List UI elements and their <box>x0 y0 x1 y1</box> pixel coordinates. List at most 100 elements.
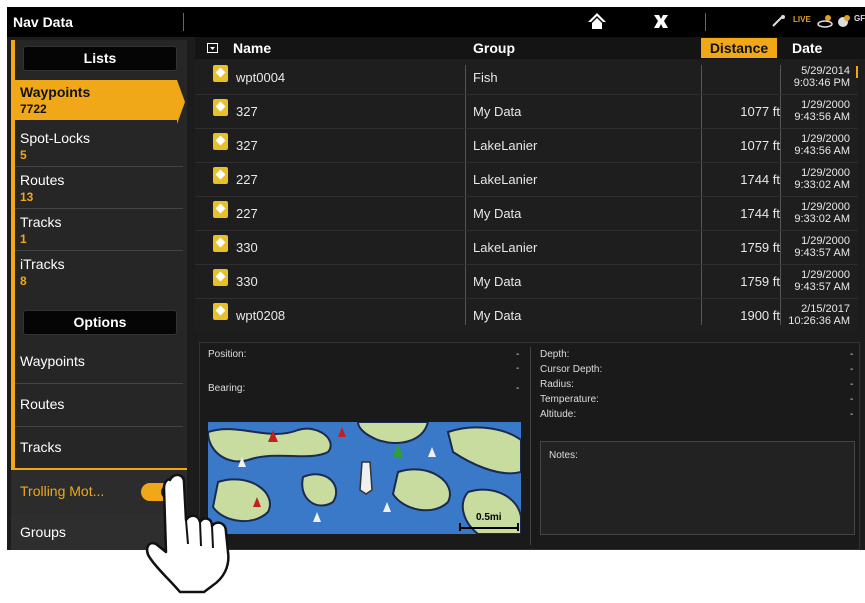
panel-divider <box>530 347 531 545</box>
trolling-motor-label: Trolling Mot... <box>20 483 105 499</box>
table-row[interactable]: 227 LakeLanier 1744 ft 1/29/2000 9:33:02 … <box>195 162 858 197</box>
option-label: Tracks <box>20 439 62 455</box>
row-date-time: 9:43:57 AM <box>794 281 850 293</box>
bearing-label: Bearing: <box>208 383 246 394</box>
groups-label: Groups <box>20 524 66 540</box>
waypoint-icon <box>213 99 228 116</box>
radius-label: Radius: <box>540 379 574 390</box>
row-date-day: 2/15/2017 <box>801 303 850 315</box>
close-icon[interactable] <box>652 10 670 37</box>
notes-box[interactable]: Notes: <box>540 441 855 535</box>
nav-data-screen: Nav Data LIVE GF Lists Waypoints 7722 Sp… <box>7 7 865 550</box>
row-date-time: 10:26:36 AM <box>788 315 850 327</box>
table-row[interactable]: wpt0004 Fish 5/29/2014 9:03:46 PM <box>195 60 858 95</box>
row-name: 227 <box>236 172 258 187</box>
row-distance: 1744 ft <box>740 172 780 187</box>
row-date-day: 1/29/2000 <box>801 99 850 111</box>
antenna-icon <box>771 14 787 31</box>
map-scale: 0.5mi <box>476 512 502 523</box>
row-distance: 1759 ft <box>740 240 780 255</box>
touch-hand-icon <box>140 470 270 603</box>
waypoint-icon <box>213 201 228 218</box>
row-date-day: 1/29/2000 <box>801 201 850 213</box>
row-date-day: 5/29/2014 <box>801 65 850 77</box>
row-name: wpt0004 <box>236 70 286 85</box>
option-waypoints[interactable]: Waypoints <box>15 341 183 384</box>
table-row[interactable]: 327 LakeLanier 1077 ft 1/29/2000 9:43:56 … <box>195 128 858 163</box>
sonar-icon <box>817 14 833 31</box>
row-date: 1/29/2000 9:43:57 AM <box>794 269 850 293</box>
row-distance: 1077 ft <box>740 138 780 153</box>
list-item-count: 1 <box>20 232 27 246</box>
row-group: My Data <box>473 206 522 221</box>
row-group: Fish <box>473 70 498 85</box>
row-date-day: 1/29/2000 <box>801 167 850 179</box>
waypoint-column-icon[interactable] <box>207 42 218 60</box>
waypoint-icon <box>213 269 228 286</box>
row-group: My Data <box>473 274 522 289</box>
row-distance: 1900 ft <box>740 308 780 323</box>
list-item-label: Spot-Locks <box>20 130 91 146</box>
list-item-spot-locks[interactable]: Spot-Locks 5 <box>15 126 183 167</box>
row-group: My Data <box>473 104 522 119</box>
topbar-divider <box>705 13 706 31</box>
row-date-day: 1/29/2000 <box>801 269 850 281</box>
option-tracks[interactable]: Tracks <box>15 427 183 469</box>
table-row[interactable]: 330 LakeLanier 1759 ft 1/29/2000 9:43:57 … <box>195 230 858 265</box>
waypoint-icon <box>213 167 228 184</box>
list-item-tracks[interactable]: Tracks 1 <box>15 210 183 251</box>
list-item-label: iTracks <box>20 256 65 272</box>
list-item-routes[interactable]: Routes 13 <box>15 168 183 209</box>
waypoint-icon <box>213 303 228 320</box>
live-indicator: LIVE <box>793 15 811 24</box>
option-label: Waypoints <box>20 353 85 369</box>
table-row[interactable]: 227 My Data 1744 ft 1/29/2000 9:33:02 AM <box>195 196 858 231</box>
list-item-label: Tracks <box>20 214 62 230</box>
gps-icon <box>837 14 851 31</box>
option-label: Routes <box>20 396 65 412</box>
row-date-time: 9:43:56 AM <box>794 111 850 123</box>
waypoint-icon <box>213 133 228 150</box>
waypoint-icon <box>213 65 228 82</box>
row-date: 1/29/2000 9:43:56 AM <box>794 133 850 157</box>
radius-value: - <box>850 379 854 390</box>
row-date-time: 9:03:46 PM <box>793 77 850 89</box>
list-item-label: Routes <box>20 172 65 188</box>
row-date-time: 9:43:56 AM <box>794 145 850 157</box>
list-item-itracks[interactable]: iTracks 8 <box>15 252 183 292</box>
option-routes[interactable]: Routes <box>15 384 183 427</box>
row-distance: 1744 ft <box>740 206 780 221</box>
row-distance: 1077 ft <box>740 104 780 119</box>
row-date: 5/29/2014 9:03:46 PM <box>794 65 850 89</box>
position-value-2: - <box>516 363 520 374</box>
waypoints-table: wpt0004 Fish 5/29/2014 9:03:46 PM 327 My … <box>195 60 858 331</box>
table-row[interactable]: wpt0208 My Data 1900 ft 2/15/2017 10:26:3… <box>195 298 858 332</box>
list-item-count: 13 <box>20 190 34 204</box>
list-item-label: Waypoints <box>20 84 91 100</box>
column-header-distance[interactable]: Distance <box>701 38 777 58</box>
column-header-name[interactable]: Name <box>233 40 271 56</box>
position-value: - <box>516 349 520 360</box>
temperature-label: Temperature: <box>540 394 599 405</box>
column-header-date[interactable]: Date <box>792 40 822 56</box>
row-distance: 1759 ft <box>740 274 780 289</box>
app-title: Nav Data <box>13 14 73 30</box>
cursor-depth-value: - <box>850 364 854 375</box>
column-header-group[interactable]: Group <box>473 40 515 56</box>
cursor-depth-label: Cursor Depth: <box>540 364 603 375</box>
top-bar: Nav Data LIVE GF <box>7 7 865 37</box>
list-item-waypoints[interactable]: Waypoints 7722 <box>15 80 185 124</box>
topbar-divider <box>183 13 184 31</box>
temperature-value: - <box>850 394 854 405</box>
row-date-time: 9:33:02 AM <box>794 213 850 225</box>
depth-value: - <box>850 349 854 360</box>
bearing-value: - <box>516 383 520 394</box>
gps-text: GF <box>854 14 865 23</box>
row-name: 327 <box>236 104 258 119</box>
table-row[interactable]: 327 My Data 1077 ft 1/29/2000 9:43:56 AM <box>195 94 858 129</box>
row-date: 1/29/2000 9:43:56 AM <box>794 99 850 123</box>
list-item-count: 7722 <box>20 102 47 116</box>
home-icon[interactable] <box>587 10 607 37</box>
table-row[interactable]: 330 My Data 1759 ft 1/29/2000 9:43:57 AM <box>195 264 858 299</box>
scrollbar[interactable] <box>856 66 858 78</box>
